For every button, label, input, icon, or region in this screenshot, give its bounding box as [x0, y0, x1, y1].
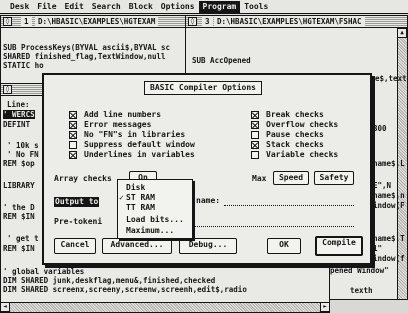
scroll-up-arrow-icon[interactable]: ▲	[397, 28, 407, 38]
scroll-left-arrow-icon[interactable]: ◄	[1, 302, 10, 312]
checkbox[interactable]	[69, 131, 77, 139]
pre-tokenise-label: Pre-tokeni	[54, 217, 103, 226]
checkbox[interactable]	[251, 121, 259, 129]
code-line: name$,T	[373, 234, 405, 243]
checkbox[interactable]	[251, 111, 259, 119]
code-line: indow(F	[373, 201, 405, 210]
code-line: ' get t	[7, 234, 39, 243]
array-checks-label: Array checks	[54, 174, 112, 183]
code-line: indow(f	[373, 254, 405, 263]
window-title-bar[interactable]: ◊ 3 D:\HBASIC\EXAMPLES\HGTEXAM\FSHAC	[186, 16, 407, 28]
menu-program[interactable]: Program	[198, 0, 241, 13]
code-line: ' 10k s	[7, 141, 39, 150]
ok-button[interactable]: OK	[267, 238, 301, 254]
code-line: 300	[373, 124, 387, 133]
window-number: 1	[21, 17, 32, 26]
option-error-messages[interactable]: Error messages	[69, 121, 151, 129]
check-mark-icon: ✓	[119, 193, 124, 202]
code-line: name$,n	[373, 191, 405, 200]
code-line: STATIC ho	[3, 61, 44, 70]
option-pause-checks[interactable]: Pause checks	[251, 131, 324, 139]
code-line: E",N	[373, 181, 392, 190]
window-title: D:\HBASIC\EXAMPLES\HGTEXAM\FSHAC	[214, 17, 365, 26]
dialog-title: BASIC Compiler Options	[144, 81, 262, 95]
cancel-button[interactable]: Cancel	[54, 238, 96, 254]
popup-item-disk[interactable]: Disk	[126, 183, 145, 192]
checkbox[interactable]	[69, 121, 77, 129]
code-line: DIM SHARED junk,deskflag,menu&,finished,…	[3, 276, 216, 285]
checkbox[interactable]	[251, 131, 259, 139]
code-line: ' global variables	[3, 267, 85, 276]
line-indicator: Line:	[7, 100, 30, 109]
max-label: Max	[252, 174, 267, 183]
code-line: name$,L	[373, 159, 405, 168]
code-line: DIM SHARED screenx,screeny,screenw,scree…	[3, 285, 247, 294]
menu-desk[interactable]: Desk	[6, 1, 33, 13]
checkbox[interactable]	[69, 141, 77, 149]
option-stack-checks[interactable]: Stack checks	[251, 141, 324, 149]
code-line: ' WERCS	[3, 110, 35, 119]
popup-item-st-ram[interactable]: ST RAM	[126, 193, 155, 202]
code-line: LIBRARY	[3, 181, 35, 190]
option-add-line-numbers[interactable]: Add line numbers	[69, 111, 161, 119]
window-number: 3	[202, 17, 213, 26]
checkbox[interactable]	[69, 111, 77, 119]
output-to-label[interactable]: Output to	[54, 197, 100, 207]
compiler-options-dialog: BASIC Compiler Options Add line numbers …	[42, 73, 372, 265]
option-break-checks[interactable]: Break checks	[251, 111, 324, 119]
scroll-right-arrow-icon[interactable]: ►	[320, 302, 329, 312]
debug-button[interactable]: Debug...	[179, 238, 237, 254]
option-underlines-in-variables[interactable]: Underlines in variables	[69, 151, 195, 159]
output-to-popup-menu: Disk ✓ ST RAM TT RAM Load bits... Maximu…	[117, 179, 193, 239]
code-line: ' No FN	[7, 150, 39, 159]
popup-item-tt-ram[interactable]: TT RAM	[126, 203, 155, 212]
checkbox[interactable]	[251, 141, 259, 149]
code-line: pened Window"	[330, 266, 389, 275]
option-variable-checks[interactable]: Variable checks	[251, 151, 338, 159]
code-line: 1"	[373, 244, 383, 253]
compile-button[interactable]: Compile	[315, 236, 363, 256]
code-line: SUB AccOpened	[192, 56, 251, 65]
advanced-button[interactable]: Advanced...	[102, 238, 172, 254]
menu-bar: Desk File Edit Search Block Options Prog…	[0, 0, 408, 14]
menu-file[interactable]: File	[33, 1, 60, 13]
speed-button[interactable]: Speed	[273, 171, 309, 185]
code-line: SUB ProcessKeys(BYVAL ascii$,BYVAL sc	[3, 43, 171, 52]
close-box-icon[interactable]: ◊	[3, 17, 12, 26]
code-line: ' the D	[3, 203, 35, 212]
option-overflow-checks[interactable]: Overflow checks	[251, 121, 338, 129]
code-line: e$,textH	[375, 74, 408, 83]
output-name-label: name:	[196, 196, 221, 205]
option-suppress-default-window[interactable]: Suppress default window	[69, 141, 195, 149]
option-no-fn-in-libraries[interactable]: No "FN"s in libraries	[69, 131, 185, 139]
output-name-field[interactable]	[224, 197, 354, 206]
menu-options[interactable]: Options	[157, 1, 199, 13]
code-line: DEFINT	[3, 120, 31, 129]
close-box-icon[interactable]: ◊	[188, 17, 197, 26]
code-line: SHARED finished_flag,TextWindow,null	[3, 52, 166, 61]
code-line: REM $IN	[3, 244, 35, 253]
menu-edit[interactable]: Edit	[61, 1, 88, 13]
checkbox[interactable]	[69, 151, 77, 159]
code-line: REM $op	[3, 159, 35, 168]
code-line: REM $IN	[3, 212, 35, 221]
checkbox[interactable]	[251, 151, 259, 159]
window-title: D:\HBASIC\EXAMPLES\HGTEXAM	[35, 17, 159, 26]
safety-button[interactable]: Safety	[314, 171, 354, 185]
close-box-icon[interactable]: ◊	[3, 85, 12, 94]
code-line: texth	[350, 286, 373, 295]
menu-block[interactable]: Block	[125, 1, 157, 13]
menu-tools[interactable]: Tools	[240, 1, 272, 13]
popup-item-maximum[interactable]: Maximum...	[126, 226, 174, 235]
popup-item-load-bits[interactable]: Load bits...	[126, 215, 184, 224]
menu-search[interactable]: Search	[88, 1, 125, 13]
horizontal-scrollbar[interactable]: ◄ ►	[1, 302, 329, 312]
